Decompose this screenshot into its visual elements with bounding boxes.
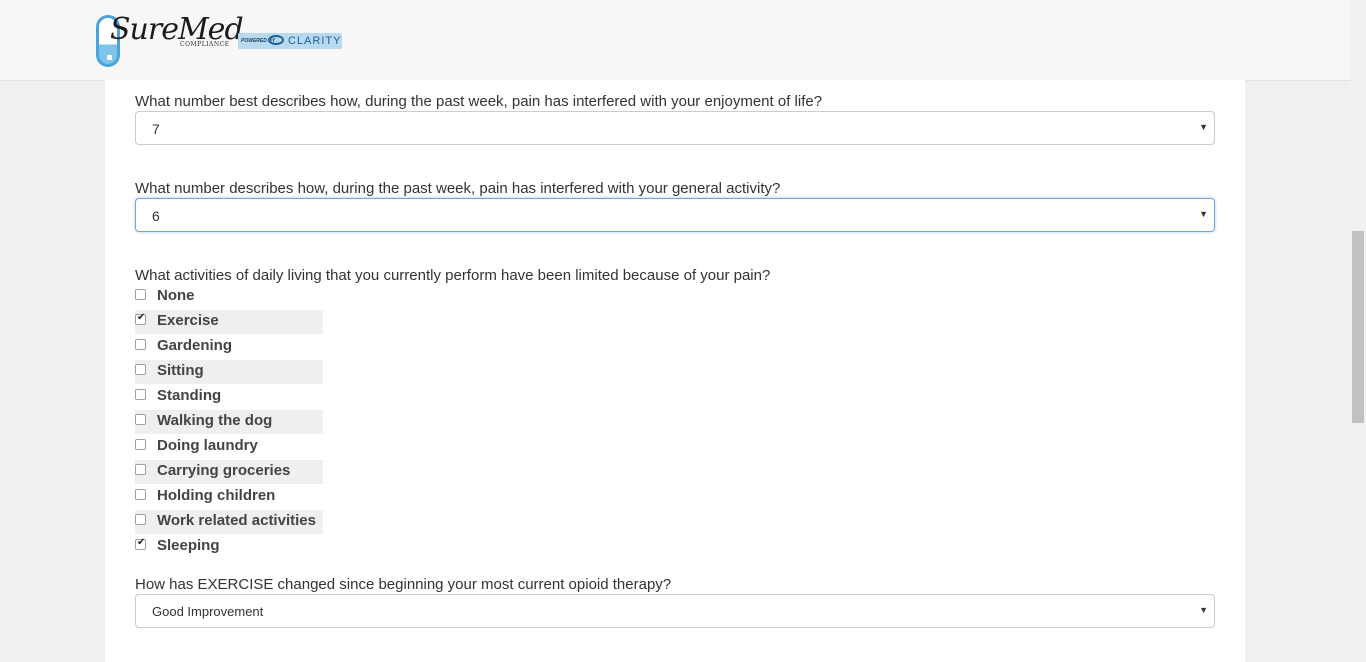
option-exercise[interactable]: ✔ Exercise: [135, 310, 323, 334]
clarity-text: CLARITY: [288, 35, 342, 47]
option-work-related-activities[interactable]: ✔ Work related activities: [135, 510, 323, 534]
option-gardening[interactable]: ✔ Gardening: [135, 335, 323, 359]
checkbox-carrying-groceries[interactable]: ✔: [135, 464, 146, 475]
exercise-change-select-value: Good Improvement: [152, 604, 264, 619]
option-label: Holding children: [157, 487, 276, 504]
scrollbar-thumb[interactable]: [1352, 231, 1364, 423]
checkbox-holding-children[interactable]: ✔: [135, 489, 146, 500]
option-label: Doing laundry: [157, 437, 258, 454]
logo-subtext: COMPLIANCE: [180, 41, 230, 48]
suremed-logo[interactable]: SureMed COMPLIANCE POWERED BY CLARITY: [94, 12, 344, 72]
checkbox-sleeping[interactable]: ✔: [135, 537, 146, 550]
checkbox-exercise[interactable]: ✔: [135, 312, 146, 325]
option-label: Work related activities: [157, 512, 316, 529]
option-label: Walking the dog: [157, 412, 273, 429]
clarity-ring-icon: [268, 35, 284, 45]
checkbox-sitting[interactable]: ✔: [135, 364, 146, 375]
option-none[interactable]: ✔ None: [135, 285, 323, 309]
enjoyment-select[interactable]: 7 ▼: [135, 111, 1215, 145]
option-label: Carrying groceries: [157, 462, 291, 479]
option-label: Sitting: [157, 362, 204, 379]
page-scrollbar[interactable]: [1350, 0, 1366, 662]
activity-select-value: 6: [152, 208, 160, 224]
question-limited-label: What activities of daily living that you…: [135, 267, 771, 284]
question-activity-label: What number describes how, during the pa…: [135, 180, 781, 197]
app-header: SureMed COMPLIANCE POWERED BY CLARITY: [0, 0, 1350, 81]
option-carrying-groceries[interactable]: ✔ Carrying groceries: [135, 460, 323, 484]
questionnaire-panel: What number best describes how, during t…: [105, 80, 1245, 662]
question-exercise-change-label: How has EXERCISE changed since beginning…: [135, 576, 672, 593]
checkbox-standing[interactable]: ✔: [135, 389, 146, 400]
option-walking-the-dog[interactable]: ✔ Walking the dog: [135, 410, 323, 434]
clarity-badge: POWERED BY CLARITY: [238, 33, 342, 49]
chevron-down-icon: ▼: [1199, 209, 1208, 219]
chevron-down-icon: ▼: [1199, 605, 1208, 615]
option-label: Sleeping: [157, 537, 220, 554]
enjoyment-select-value: 7: [152, 121, 160, 137]
chevron-down-icon: ▼: [1199, 122, 1208, 132]
exercise-change-select[interactable]: Good Improvement ▼: [135, 594, 1215, 628]
option-sitting[interactable]: ✔ Sitting: [135, 360, 323, 384]
option-sleeping[interactable]: ✔ Sleeping: [135, 535, 323, 559]
option-label: None: [157, 287, 195, 304]
option-doing-laundry[interactable]: ✔ Doing laundry: [135, 435, 323, 459]
checkbox-none[interactable]: ✔: [135, 289, 146, 300]
option-label: Gardening: [157, 337, 233, 354]
checkbox-gardening[interactable]: ✔: [135, 339, 146, 350]
option-label: Exercise: [157, 312, 219, 329]
checkbox-work-related-activities[interactable]: ✔: [135, 514, 146, 525]
option-standing[interactable]: ✔ Standing: [135, 385, 323, 409]
checkbox-doing-laundry[interactable]: ✔: [135, 439, 146, 450]
activity-select[interactable]: 6 ▼: [135, 198, 1215, 232]
checkbox-walking-the-dog[interactable]: ✔: [135, 414, 146, 425]
option-holding-children[interactable]: ✔ Holding children: [135, 485, 323, 509]
option-label: Standing: [157, 387, 222, 404]
question-enjoyment-label: What number best describes how, during t…: [135, 93, 823, 110]
